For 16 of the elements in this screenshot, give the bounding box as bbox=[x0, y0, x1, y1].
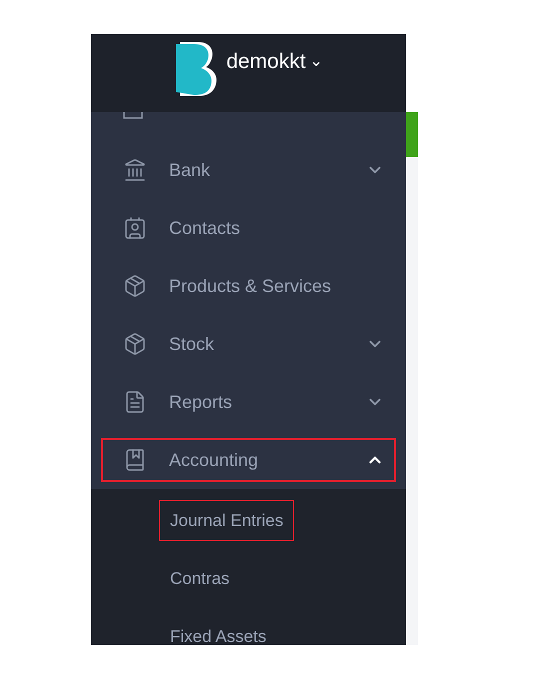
menu-item[interactable]: Contacts bbox=[101, 206, 396, 250]
submenu-item[interactable]: Contras bbox=[159, 558, 241, 599]
package-icon bbox=[123, 332, 147, 356]
company-dropdown[interactable]: demokkt ⌄ bbox=[226, 46, 323, 78]
submenu-item[interactable]: Journal Entries bbox=[159, 500, 294, 541]
menu-item[interactable]: Stock bbox=[101, 322, 396, 366]
package-icon bbox=[123, 274, 147, 298]
menu-item[interactable]: Accounting bbox=[101, 438, 396, 482]
accent-bar bbox=[406, 112, 418, 157]
logo-icon bbox=[174, 40, 218, 98]
menu-item[interactable]: Reports bbox=[101, 380, 396, 424]
contact-card-icon bbox=[123, 216, 147, 240]
submenu-item[interactable]: Fixed Assets bbox=[159, 616, 278, 645]
menu-item[interactable]: Products & Services bbox=[101, 264, 396, 308]
menu-item[interactable]: Bank bbox=[101, 148, 396, 192]
bank-icon bbox=[123, 158, 147, 182]
